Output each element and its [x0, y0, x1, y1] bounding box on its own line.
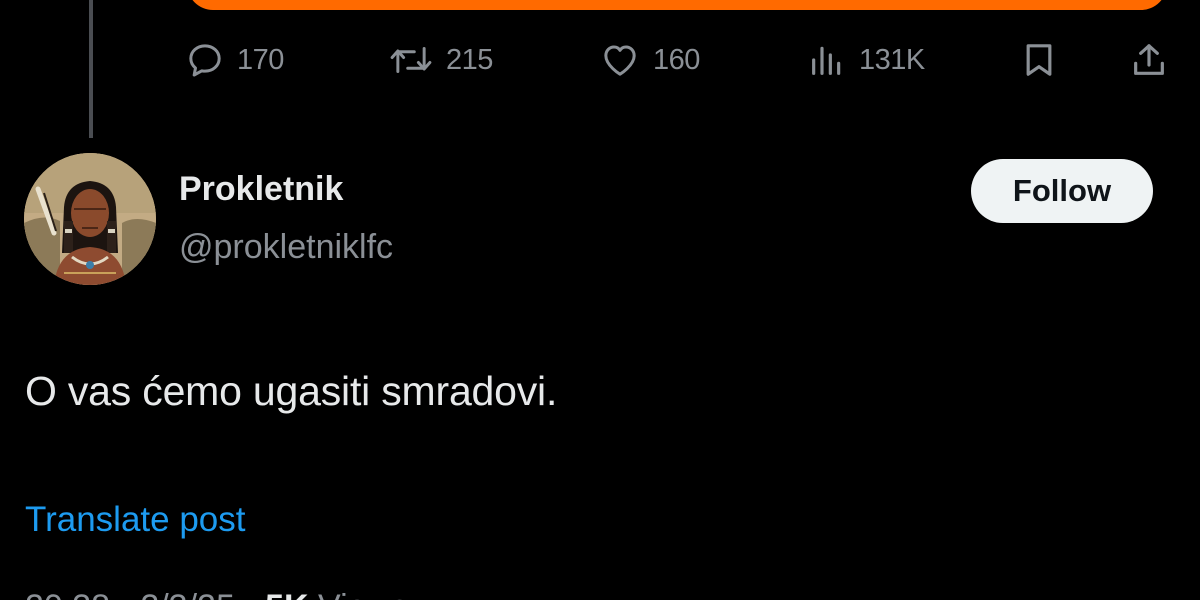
post-text: O vas ćemo ugasiti smradovi.	[25, 368, 558, 414]
reply-icon	[189, 44, 221, 77]
views-count: 131K	[859, 43, 925, 76]
reply-button[interactable]: 170	[185, 36, 284, 84]
like-count: 160	[653, 43, 700, 76]
views-button[interactable]: 131K	[807, 36, 925, 84]
repost-button[interactable]: 215	[388, 36, 493, 84]
reply-count: 170	[237, 43, 284, 76]
bookmark-icon	[1026, 44, 1052, 76]
previous-post-action-bar: 170 215 160 131K	[185, 36, 1175, 84]
follow-button[interactable]: Follow	[971, 159, 1153, 223]
meta-separator: ·	[244, 588, 255, 600]
post-date[interactable]: 2/3/25	[140, 588, 235, 600]
heart-icon	[604, 45, 636, 76]
repost-count: 215	[446, 43, 493, 76]
avatar[interactable]	[24, 153, 156, 285]
share-icon	[1134, 44, 1164, 75]
post-views-label: Views	[318, 588, 408, 600]
bookmark-button[interactable]	[1019, 36, 1059, 84]
avatar-portrait-image	[24, 153, 156, 285]
previous-post-media[interactable]	[187, 0, 1167, 10]
repost-icon	[390, 47, 432, 73]
thread-connector-line	[89, 0, 93, 138]
author-display-name[interactable]: Prokletnik	[179, 170, 343, 209]
author-handle[interactable]: @prokletniklfc	[179, 228, 393, 267]
post-views-count: 5K	[265, 588, 308, 600]
meta-separator: ·	[120, 588, 131, 600]
analytics-icon	[812, 46, 841, 75]
translate-post-link[interactable]: Translate post	[25, 500, 245, 540]
like-button[interactable]: 160	[599, 36, 700, 84]
post-time[interactable]: 20:38	[25, 588, 110, 600]
post-meta: 20:38 · 2/3/25 · 5K Views	[25, 588, 408, 600]
share-button[interactable]	[1129, 36, 1169, 84]
